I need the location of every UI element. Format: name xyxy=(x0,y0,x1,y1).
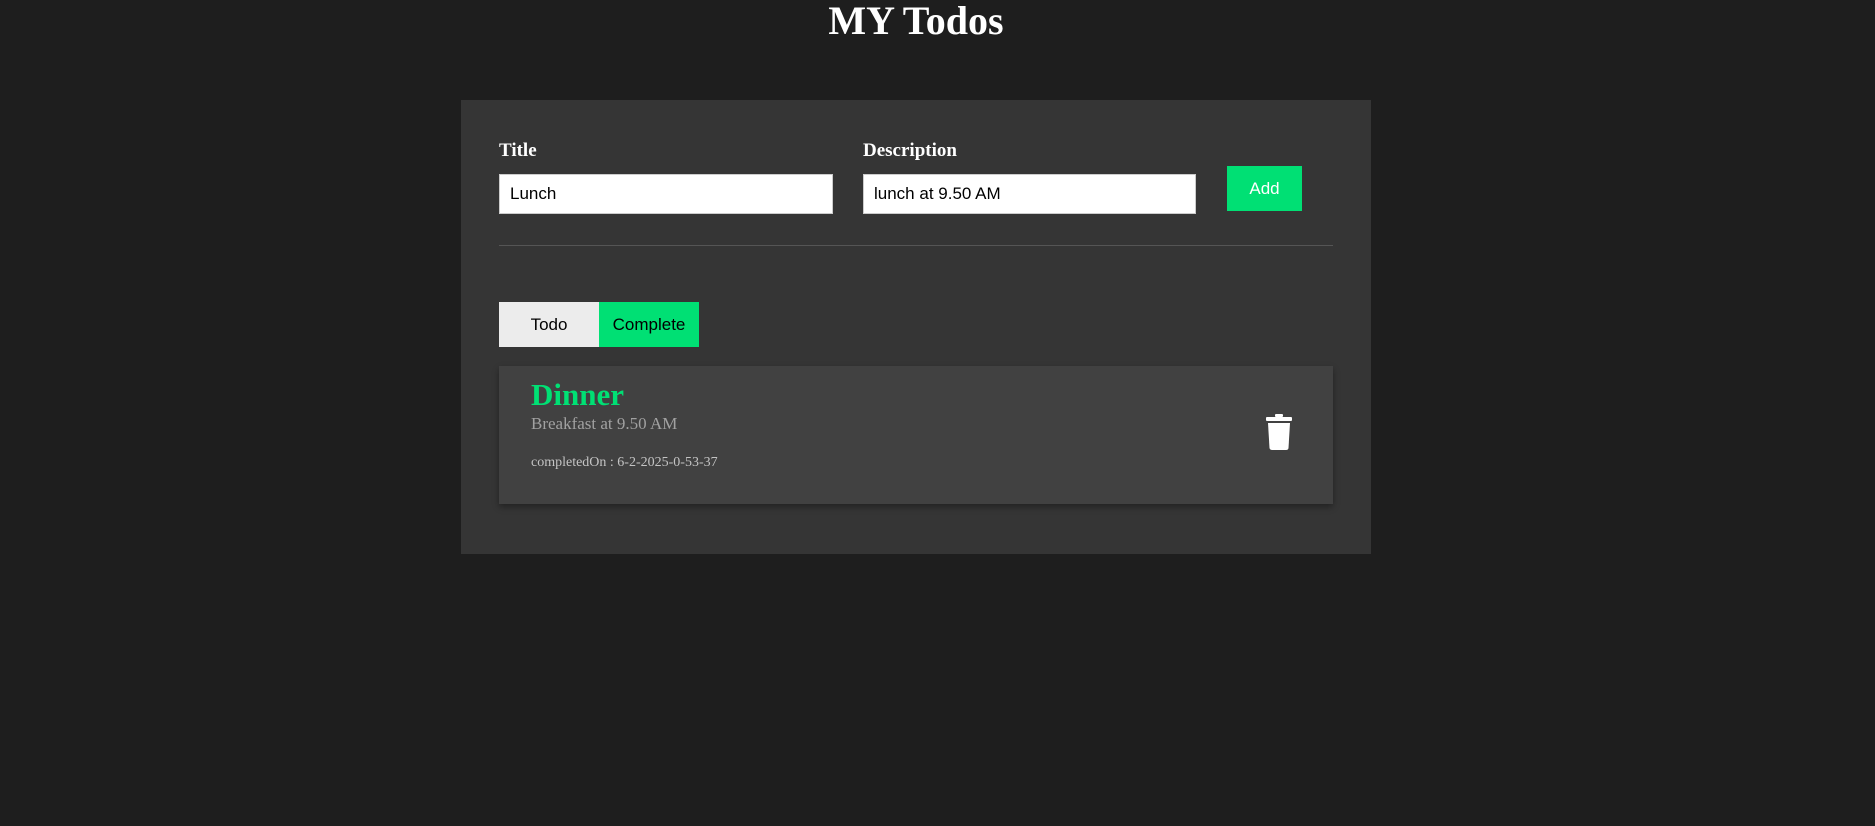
todo-card: Title Description Add Todo Complete Dinn… xyxy=(461,100,1371,554)
trash-icon[interactable] xyxy=(1265,414,1293,450)
title-input[interactable] xyxy=(499,174,833,214)
add-button[interactable]: Add xyxy=(1227,166,1302,211)
divider xyxy=(499,245,1333,246)
item-description: Breakfast at 9.50 AM xyxy=(531,414,678,433)
trash-icon-graphic xyxy=(1266,414,1292,450)
page-title: MY Todos xyxy=(828,0,1004,43)
title-label: Title xyxy=(499,140,537,161)
item-completed-on: completedOn : 6-2-2025-0-53-37 xyxy=(531,455,718,470)
tab-complete[interactable]: Complete xyxy=(599,302,699,347)
list-item: Dinner Breakfast at 9.50 AM completedOn … xyxy=(499,366,1333,504)
tab-todo[interactable]: Todo xyxy=(499,302,599,347)
description-input[interactable] xyxy=(863,174,1196,214)
item-title: Dinner xyxy=(531,377,624,412)
description-label: Description xyxy=(863,140,957,161)
